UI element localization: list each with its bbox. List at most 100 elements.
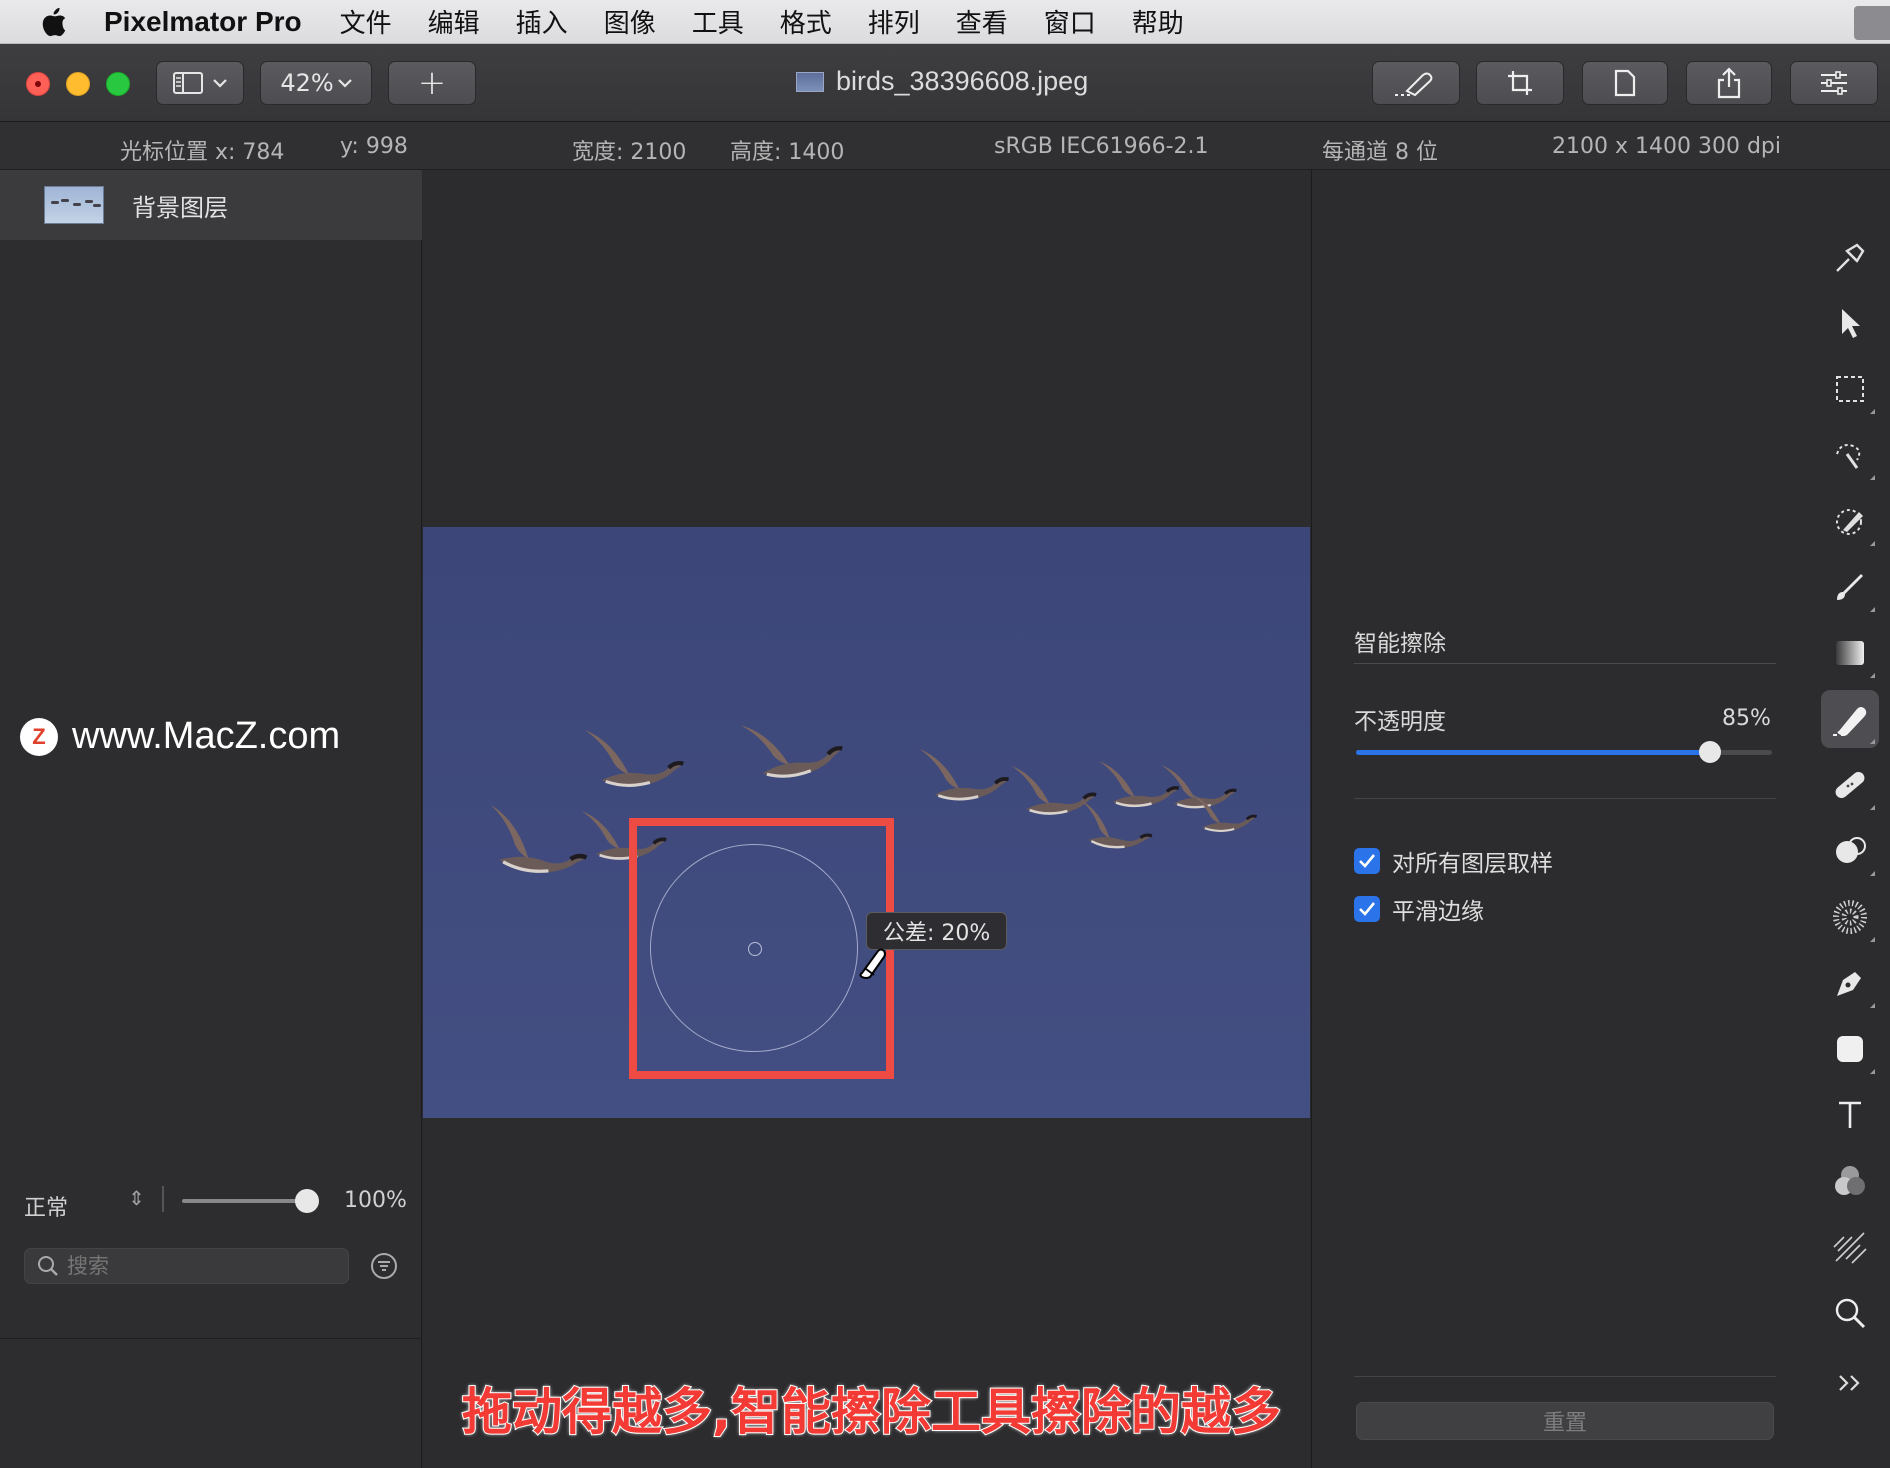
add-button[interactable]: + [388,61,476,105]
sample-all-layers-label: 对所有图层取样 [1392,851,1553,877]
divider [0,1338,422,1339]
menu-arrange[interactable]: 排列 [868,3,920,40]
sample-all-layers-option[interactable]: 对所有图层取样 [1354,844,1553,878]
zoom-icon [1835,1298,1866,1329]
adjustments-button[interactable] [1790,61,1878,105]
effects-icon [1833,1232,1867,1264]
pen-icon [1837,972,1861,996]
blend-mode-select[interactable]: 正常 [24,1190,68,1222]
divider [1354,663,1776,664]
crop-icon [1508,71,1532,95]
chevron-down-icon [213,79,227,88]
document-icon [1614,69,1636,97]
reset-label: 重置 [1542,1411,1587,1436]
image-width-readout: 宽度: 2100 [572,140,687,165]
image-height-readout: 高度: 1400 [730,140,845,165]
shape-icon [1837,1036,1863,1062]
menu-window[interactable]: 窗口 [1044,3,1096,40]
sidebar-toggle-button[interactable] [156,61,244,105]
repair-tool[interactable] [1821,756,1879,814]
menu-format[interactable]: 格式 [780,3,832,40]
plus-icon: + [417,63,447,103]
arrange-tool[interactable] [1821,229,1879,287]
watermark: Z www.MacZ.com [20,715,340,758]
sidebar-icon [173,72,203,94]
image-info-bar: 光标位置 x: 784 y: 998 宽度: 2100 高度: 1400 sRG… [0,122,1890,170]
eraser-cursor-icon [859,948,886,979]
rect-select-tool[interactable] [1821,360,1879,418]
tool-opacity-label: 不透明度 [1354,709,1446,735]
smart-erase-icon [1833,707,1867,736]
tool-options-title: 智能擦除 [1354,631,1446,657]
instruction-caption: 拖动得越多,智能擦除工具擦除的越多 [461,1382,1282,1442]
search-icon [38,1256,58,1276]
reset-button[interactable]: 重置 [1356,1402,1774,1440]
blur-tool[interactable] [1821,888,1879,946]
more-tools-icon [1839,1375,1860,1391]
color-adjust-tool[interactable] [1821,1152,1879,1210]
crop-button[interactable] [1476,61,1564,105]
minimize-window-button[interactable] [66,72,90,96]
pen-tool[interactable] [1821,954,1879,1012]
document-title: birds_38396608.jpeg [796,66,1088,97]
zoom-tool[interactable] [1821,1284,1879,1342]
chevron-down-icon [337,79,352,88]
menu-view[interactable]: 查看 [956,3,1008,40]
checkmark-icon [1359,854,1376,868]
blur-icon [1833,900,1867,934]
paint-tool[interactable] [1821,558,1879,616]
paint-brush-icon [1837,574,1863,600]
clone-tool[interactable] [1821,822,1879,880]
smooth-edges-checkbox[interactable] [1354,896,1380,922]
smooth-edges-option[interactable]: 平滑边缘 [1354,892,1484,926]
close-window-button[interactable] [26,72,50,96]
gradient-icon [1836,641,1864,665]
menu-bar-edge [1854,6,1890,40]
menu-file[interactable]: 文件 [340,3,392,40]
layer-opacity-value: 100% [344,1188,407,1213]
gradient-tool[interactable] [1821,624,1879,682]
color-picker-icon [1836,509,1863,535]
menu-help[interactable]: 帮助 [1132,3,1184,40]
smart-erase-tool[interactable] [1821,690,1879,748]
layer-opacity-slider-thumb[interactable] [295,1189,319,1213]
apple-logo-icon[interactable] [40,7,68,37]
color-profile-readout: sRGB IEC61966-2.1 [994,134,1209,159]
magic-select-tool[interactable] [1821,426,1879,484]
menu-image[interactable]: 图像 [604,3,656,40]
sliders-icon [1821,71,1847,95]
dimensions-dpi-readout: 2100 x 1400 300 dpi [1552,134,1782,159]
divider [162,1186,164,1212]
shape-tool[interactable] [1821,1020,1879,1078]
document-proxy-icon[interactable] [796,71,824,92]
color-picker-tool[interactable] [1821,492,1879,550]
layer-opacity-slider[interactable] [182,1199,307,1203]
document-button[interactable] [1582,61,1668,105]
layer-search-box[interactable] [24,1248,349,1284]
tool-opacity-value[interactable]: 85% [1722,706,1771,731]
smart-erase-toolbar-button[interactable] [1372,61,1460,105]
tool-opacity-slider-thumb[interactable] [1699,741,1721,763]
menu-edit[interactable]: 编辑 [428,3,480,40]
cursor-y-readout: y: 998 [340,134,408,159]
filter-icon[interactable] [370,1252,398,1280]
effects-tool[interactable] [1821,1218,1879,1276]
menu-insert[interactable]: 插入 [516,3,568,40]
app-menu[interactable]: Pixelmator Pro [104,6,302,38]
search-input[interactable] [67,1254,327,1278]
layer-row[interactable]: 背景图层 [0,170,422,240]
bit-depth-readout: 每通道 8 位 [1322,140,1438,165]
type-tool[interactable] [1821,1086,1879,1144]
watermark-logo-icon: Z [20,717,58,756]
zoom-level-button[interactable]: 42% [260,61,372,105]
divider [1354,1376,1776,1377]
menu-tools[interactable]: 工具 [692,3,744,40]
brush-center-marker [748,942,762,956]
zoom-window-button[interactable] [106,72,130,96]
window-toolbar: 42% + birds_38396608.jpeg [0,44,1890,122]
share-button[interactable] [1686,61,1772,105]
pointer-tool[interactable] [1821,294,1879,352]
up-down-chevron-icon[interactable]: ⇕ [128,1186,145,1210]
sample-all-layers-checkbox[interactable] [1354,848,1380,874]
more-tools-button[interactable] [1821,1354,1879,1412]
